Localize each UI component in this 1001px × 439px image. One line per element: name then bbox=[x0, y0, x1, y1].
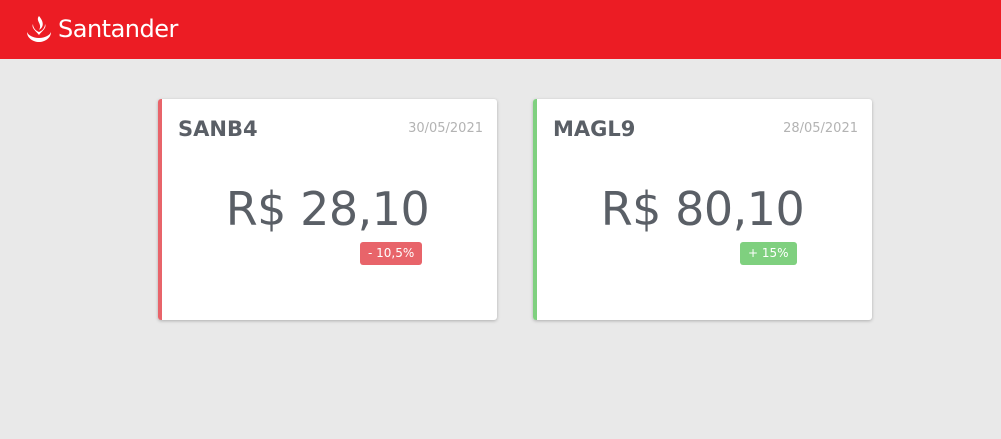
santander-logo[interactable]: Santander bbox=[24, 14, 178, 44]
stock-date: 30/05/2021 bbox=[408, 121, 483, 136]
stock-ticker: SANB4 bbox=[178, 117, 258, 141]
top-bar: Santander bbox=[0, 0, 1001, 59]
change-badge: + 15% bbox=[740, 242, 797, 265]
stock-card-magl9[interactable]: MAGL9 28/05/2021 R$ 80,10 + 15% bbox=[533, 99, 872, 320]
stock-price: R$ 28,10 bbox=[225, 182, 430, 236]
change-badge: - 10,5% bbox=[360, 242, 423, 265]
stock-card-sanb4[interactable]: SANB4 30/05/2021 R$ 28,10 - 10,5% bbox=[158, 99, 497, 320]
stock-date: 28/05/2021 bbox=[783, 121, 858, 136]
flame-icon bbox=[24, 14, 54, 44]
stock-ticker: MAGL9 bbox=[553, 117, 636, 141]
stock-price: R$ 80,10 bbox=[600, 182, 805, 236]
brand-name: Santander bbox=[58, 15, 178, 43]
